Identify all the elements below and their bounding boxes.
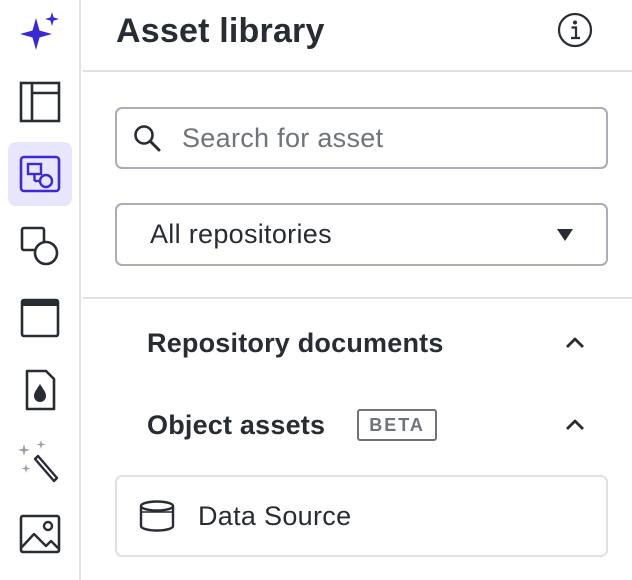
frame-icon [20,298,60,338]
repository-select-value: All repositories [150,219,332,249]
rail-button-templates[interactable] [8,70,72,134]
rail-button-shapes[interactable] [8,214,72,278]
asset-library-panel: Asset library All repositories Repositor… [83,0,632,580]
caret-down-icon [557,228,573,241]
database-icon [139,500,175,532]
sparkle-icon [20,12,59,50]
filters-divider [83,297,632,299]
chevron-up-icon[interactable] [563,418,587,432]
rail-button-frames[interactable] [8,286,72,350]
repository-select[interactable]: All repositories [115,203,608,266]
asset-label: Data Source [198,500,352,531]
asset-library-icon [19,155,61,193]
section-title: Repository documents [147,327,444,358]
image-icon [19,514,61,554]
header-divider [83,70,632,72]
shapes-icon [20,226,59,266]
chevron-up-icon[interactable] [563,336,587,350]
rail-button-asset-library[interactable] [8,142,72,206]
search-input[interactable] [182,122,582,154]
tool-rail [0,0,81,580]
section-object-assets[interactable]: Object assets BETA [147,405,587,445]
beta-badge: BETA [357,409,437,441]
rail-button-images[interactable] [8,502,72,566]
rail-button-ai[interactable] [8,0,72,64]
section-repository-documents[interactable]: Repository documents [147,323,587,363]
layout-icon [19,81,61,123]
section-title: Object assets [147,409,326,440]
search-box[interactable] [115,107,608,169]
rail-button-magic[interactable] [8,430,72,494]
color-drop-icon [25,369,56,411]
rail-button-colors[interactable] [8,358,72,422]
info-icon[interactable] [557,12,593,48]
search-icon [134,125,161,152]
asset-item-data-source[interactable]: Data Source [115,475,608,557]
magic-wand-icon [18,440,59,483]
panel-title: Asset library [116,12,325,50]
